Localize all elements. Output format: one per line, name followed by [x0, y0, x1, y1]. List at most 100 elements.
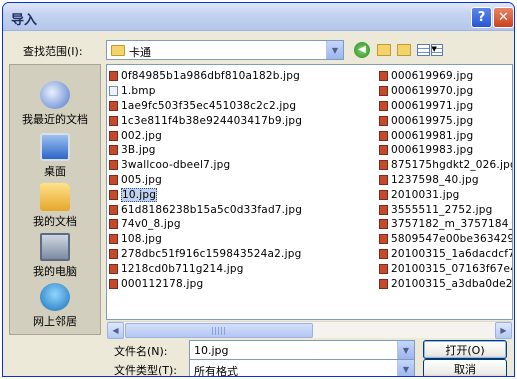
file-item[interactable]: 1237598_40.jpg [379, 173, 512, 188]
look-in-label: 查找范围(I): [23, 45, 83, 58]
place-network[interactable]: 网上邻居 [10, 281, 100, 331]
file-item[interactable]: 278dbc51f916c159843524a2.jpg [109, 247, 377, 262]
file-item[interactable]: 0f84985b1a986dbf810a182b.jpg [109, 69, 377, 84]
file-item[interactable]: 000619981.jpg [379, 128, 512, 143]
recent-documents-icon [40, 81, 70, 109]
file-name: 002.jpg [121, 129, 163, 142]
scroll-right-button[interactable]: ▶ [495, 322, 512, 339]
file-item[interactable]: 20100315_1a6dacdcf73C [379, 247, 512, 262]
back-arrow-icon: ◀ [354, 42, 370, 58]
place-my-documents[interactable]: 我的文档 [10, 181, 100, 231]
file-item[interactable]: 005.jpg [109, 173, 377, 188]
jpeg-file-icon [109, 145, 118, 156]
file-item[interactable]: 20100315_07163f67e45at [379, 261, 512, 276]
file-item[interactable]: 875175hgdkt2_026.jpg [379, 158, 513, 173]
scroll-thumb[interactable] [125, 323, 313, 338]
view-menu-button[interactable]: ▼ [417, 41, 443, 59]
dialog-title: 导入 [11, 13, 38, 28]
file-item[interactable]: 000619970.jpg [379, 84, 512, 99]
file-name: 108.jpg [121, 233, 163, 246]
file-item[interactable]: 000112178.jpg [109, 276, 377, 291]
look-in-dropdown[interactable]: 卡通 ▼ [106, 40, 344, 60]
jpeg-file-icon [379, 160, 388, 171]
file-name: 1ae9fc503f35ec451038c2c2.jpg [121, 99, 297, 112]
open-button[interactable]: 打开(O) [423, 340, 507, 359]
back-button[interactable]: ◀ [352, 41, 372, 59]
file-name: 74v0_8.jpg [121, 218, 181, 231]
chevron-down-icon: ▼ [430, 44, 443, 56]
cancel-button[interactable]: 取消 [423, 359, 507, 376]
file-name: 20100315_07163f67e45at [391, 262, 512, 275]
filetype-dropdown[interactable]: 所有格式 ▼ [189, 359, 415, 377]
file-item[interactable]: 3B.jpg [109, 143, 377, 158]
file-list[interactable]: 0f84985b1a986dbf810a182b.jpg 1.bmp 1ae9fc5… [106, 64, 513, 320]
chevron-down-icon[interactable]: ▼ [397, 360, 414, 376]
file-item[interactable]: 002.jpg [109, 128, 377, 143]
file-name: 2010031.jpg [391, 188, 460, 201]
file-item[interactable]: 1c3e811f4b38e924403417b9.jpg [109, 113, 377, 128]
place-recent-documents[interactable]: 我最近的文档 [10, 79, 100, 129]
place-label: 我的电脑 [33, 265, 77, 278]
file-item[interactable]: 3555511_2752.jpg [379, 202, 512, 217]
file-name: 20100315_1a6dacdcf73C [391, 247, 512, 260]
network-places-icon [40, 283, 70, 311]
file-item[interactable]: 000619969.jpg [379, 69, 512, 84]
place-my-computer[interactable]: 我的电脑 [10, 231, 100, 281]
chevron-down-icon[interactable]: ▼ [397, 341, 414, 359]
file-item[interactable]: 108.jpg [109, 232, 377, 247]
filetype-value: 所有格式 [194, 365, 238, 377]
look-in-value: 卡通 [129, 46, 151, 59]
jpeg-file-icon [379, 174, 388, 185]
file-item[interactable]: 3wallcoo-dbeel7.jpg [109, 158, 377, 173]
file-item[interactable]: 5809547e00be363429388e [379, 232, 512, 247]
file-item[interactable]: 000619971.jpg [379, 99, 512, 114]
jpeg-file-icon [109, 189, 118, 200]
file-column: 0f84985b1a986dbf810a182b.jpg 1.bmp 1ae9fc5… [109, 69, 377, 291]
file-name: 875175hgdkt2_026.jpg [391, 159, 513, 172]
new-folder-button[interactable] [394, 41, 414, 59]
file-name: 5809547e00be363429388e [391, 233, 512, 246]
file-item[interactable]: 000619975.jpg [379, 113, 512, 128]
place-label: 桌面 [44, 165, 66, 178]
file-item[interactable]: 1.bmp [109, 84, 377, 99]
file-item[interactable]: 74v0_8.jpg [109, 217, 377, 232]
chevron-left-icon: ◀ [112, 326, 119, 335]
title-bar[interactable]: 导入 ? ✕ [3, 3, 514, 31]
chevron-down-icon[interactable]: ▼ [326, 41, 343, 59]
jpeg-file-icon [109, 248, 118, 259]
help-icon: ? [477, 10, 486, 25]
jpeg-file-icon [109, 174, 118, 185]
file-name: 000619971.jpg [391, 99, 474, 112]
scroll-left-button[interactable]: ◀ [107, 322, 124, 339]
file-name: 000112178.jpg [121, 277, 204, 290]
file-name: 20100315_a3dba0de21deb [391, 277, 513, 290]
desktop-icon [40, 133, 70, 161]
close-button[interactable]: ✕ [493, 7, 514, 28]
file-item[interactable]: 2010031.jpg [379, 187, 512, 202]
filename-field[interactable]: 10.jpg ▼ [189, 340, 415, 360]
file-column: 000619969.jpg 000619970.jpg 000619971.jpg 0… [379, 69, 513, 291]
cancel-button-label: 取消 [454, 362, 476, 376]
jpeg-file-icon [379, 145, 388, 156]
jpeg-file-icon [379, 263, 388, 274]
file-item[interactable]: 10.jpg [109, 187, 377, 202]
place-desktop[interactable]: 桌面 [10, 131, 100, 181]
file-item[interactable]: 1ae9fc503f35ec451038c2c2.jpg [109, 99, 377, 114]
file-item[interactable]: 000619983.jpg [379, 143, 512, 158]
up-folder-button[interactable] [374, 41, 394, 59]
chevron-right-icon: ▶ [500, 326, 507, 335]
file-item[interactable]: 20100315_a3dba0de21deb [379, 276, 513, 291]
jpeg-file-icon [379, 100, 388, 111]
file-item[interactable]: 61d8186238b15a5c0d33fad7.jpg [109, 202, 377, 217]
file-name: 1218cd0b711g214.jpg [121, 262, 244, 275]
file-name: 1237598_40.jpg [391, 173, 479, 186]
jpeg-file-icon [379, 278, 388, 289]
horizontal-scrollbar[interactable]: ◀ ▶ [107, 321, 512, 339]
file-item[interactable]: 1218cd0b711g214.jpg [109, 261, 377, 276]
help-button[interactable]: ? [471, 7, 492, 28]
import-dialog: 导入 ? ✕ 查找范围(I): 卡通 ▼ ◀ ▼ 我最近的文档 桌面 我的文档 … [2, 2, 515, 377]
jpeg-file-icon [379, 130, 388, 141]
file-name: 1.bmp [121, 85, 156, 98]
filetype-label: 文件类型(T): [114, 364, 178, 377]
file-item[interactable]: 3757182_m_3757184_212. [379, 217, 512, 232]
